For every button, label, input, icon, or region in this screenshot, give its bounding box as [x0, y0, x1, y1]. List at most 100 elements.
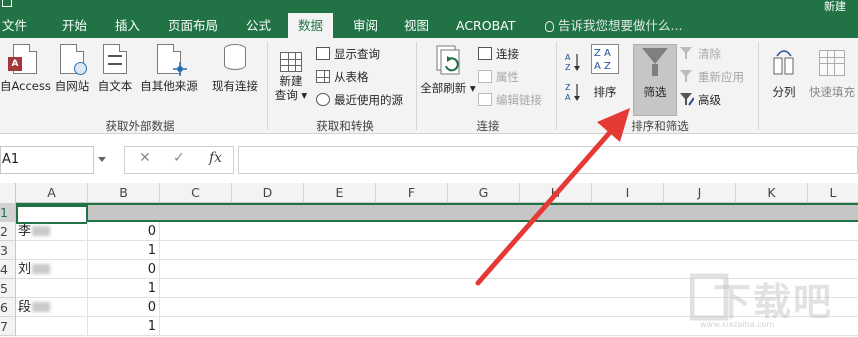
show-queries-button[interactable]: 显示查询 — [316, 45, 380, 63]
name-box-dropdown-icon[interactable] — [98, 157, 106, 162]
tell-me-search[interactable]: 告诉我您想要做什么... — [545, 13, 682, 38]
svg-text:Z: Z — [565, 83, 571, 92]
new-query-button[interactable]: 新建 查询 ▾ — [271, 44, 311, 102]
cell-a5[interactable] — [16, 279, 88, 298]
column-header-j[interactable]: J — [664, 183, 736, 203]
table-row[interactable] — [16, 203, 858, 224]
column-header-c[interactable]: C — [160, 183, 232, 203]
existing-connections-button[interactable]: 现有连接 — [206, 44, 264, 94]
svg-text:A: A — [565, 53, 571, 62]
ribbon-separator — [267, 42, 268, 130]
column-header-k[interactable]: K — [736, 183, 808, 203]
enter-icon[interactable]: ✓ — [173, 150, 185, 166]
svg-text:Z: Z — [565, 63, 571, 72]
name-box[interactable]: A1 — [0, 146, 94, 174]
cell-a7[interactable] — [16, 317, 88, 336]
cell-b6[interactable]: 0 — [88, 298, 160, 317]
clear-filter-button[interactable]: 清除 — [680, 45, 721, 63]
group-label-get-transform: 获取和转换 — [316, 119, 374, 133]
column-header-f[interactable]: F — [376, 183, 448, 203]
column-header-g[interactable]: G — [448, 183, 520, 203]
sort-za-button[interactable]: ZA — [565, 82, 581, 104]
tab-data[interactable]: 数据 — [288, 13, 334, 38]
recent-sources-label: 最近使用的源 — [334, 93, 403, 107]
column-header-e[interactable]: E — [304, 183, 376, 203]
svg-text:A Z: A Z — [594, 61, 611, 72]
clear-filter-label: 清除 — [698, 47, 721, 61]
column-header-b[interactable]: B — [88, 183, 160, 203]
row-header-5[interactable]: 5 — [0, 279, 16, 298]
cell-a6-text: 段 — [18, 300, 32, 315]
row-header-6[interactable]: 6 — [0, 298, 16, 317]
cell-a4[interactable]: 刘 — [16, 260, 88, 279]
watermark-url: www.xiazaiba.com — [700, 320, 775, 329]
cell-b2[interactable]: 0 — [88, 222, 160, 241]
sort-za-icon: ZA — [565, 83, 580, 102]
tell-me-text: 告诉我您想要做什么... — [558, 18, 683, 33]
select-all-corner[interactable] — [0, 183, 16, 203]
cancel-icon[interactable]: ✕ — [139, 150, 151, 166]
column-header-l[interactable]: L — [808, 183, 858, 203]
row-header-7[interactable]: 7 — [0, 317, 16, 336]
tab-page-layout[interactable]: 页面布局 — [168, 13, 218, 38]
table-row: 1 — [16, 241, 858, 260]
tab-review[interactable]: 审阅 — [353, 13, 378, 38]
from-web-label: 自网站 — [54, 79, 90, 93]
refresh-all-button[interactable]: 全部刷新 ▾ — [420, 44, 476, 96]
tab-home[interactable]: 开始 — [62, 13, 87, 38]
sort-dialog-icon: Z A A Z — [591, 44, 619, 74]
column-header-i[interactable]: I — [592, 183, 664, 203]
cell-b3[interactable]: 1 — [88, 241, 160, 260]
cell-b7[interactable]: 1 — [88, 317, 160, 336]
from-other-sources-label: 自其他来源 — [140, 79, 198, 93]
tab-insert[interactable]: 插入 — [115, 13, 140, 38]
group-label-connections: 连接 — [476, 119, 500, 133]
sort-button[interactable]: Z A A Z 排序 — [588, 44, 622, 100]
tab-file[interactable]: 文件 — [2, 13, 27, 38]
tab-formulas[interactable]: 公式 — [246, 13, 271, 38]
filter-funnel-icon — [642, 48, 668, 78]
cell-a4-text: 刘 — [18, 262, 32, 277]
from-access-prefix: 自 — [0, 79, 12, 93]
edit-links-button[interactable]: 编辑链接 — [478, 91, 542, 109]
advanced-filter-button[interactable]: 高级 — [680, 91, 721, 109]
properties-button[interactable]: 属性 — [478, 68, 519, 86]
connections-button[interactable]: 连接 — [478, 45, 519, 63]
from-text-button[interactable]: 自文本 — [94, 44, 136, 94]
insert-function-icon[interactable]: fx — [209, 150, 222, 166]
watermark-text: 下载吧 — [713, 280, 834, 324]
column-header-a[interactable]: A — [16, 183, 88, 203]
column-header-h[interactable]: H — [520, 183, 592, 203]
row-header-4[interactable]: 4 — [0, 260, 16, 279]
from-other-sources-button[interactable]: 自其他来源 — [137, 44, 201, 94]
column-header-d[interactable]: D — [232, 183, 304, 203]
from-web-button[interactable]: 自网站 — [51, 44, 93, 94]
tab-acrobat[interactable]: ACROBAT — [456, 13, 515, 38]
row-header-3[interactable]: 3 — [0, 241, 16, 260]
save-icon[interactable] — [2, 0, 12, 7]
formula-input[interactable] — [238, 146, 858, 174]
table-row: 李 0 — [16, 222, 858, 241]
row-header-1[interactable]: 1 — [0, 203, 16, 222]
text-to-columns-button[interactable]: 分列 — [766, 44, 802, 100]
cell-a2-text: 李 — [18, 224, 32, 239]
tab-view[interactable]: 视图 — [404, 13, 429, 38]
from-access-button[interactable]: A 自Access — [0, 44, 51, 94]
cell-a2[interactable]: 李 — [16, 222, 88, 241]
filter-button[interactable]: 筛选 — [634, 44, 676, 100]
recent-sources-button[interactable]: 最近使用的源 — [316, 91, 403, 109]
edit-links-label: 编辑链接 — [496, 93, 542, 107]
group-label-get-external: 获取外部数据 — [105, 119, 175, 133]
sort-az-button[interactable]: AZ — [565, 52, 581, 74]
web-icon — [60, 44, 87, 75]
clear-filter-icon — [680, 47, 694, 60]
cell-b5[interactable]: 1 — [88, 279, 160, 298]
row-header-2[interactable]: 2 — [0, 222, 16, 241]
from-table-button[interactable]: 从表格 — [316, 68, 369, 86]
cell-a3[interactable] — [16, 241, 88, 260]
filter-label: 筛选 — [643, 85, 667, 99]
cell-a6[interactable]: 段 — [16, 298, 88, 317]
cell-b4[interactable]: 0 — [88, 260, 160, 279]
reapply-button[interactable]: 重新应用 — [680, 68, 744, 86]
flash-fill-button[interactable]: 快速填充 — [806, 44, 858, 100]
